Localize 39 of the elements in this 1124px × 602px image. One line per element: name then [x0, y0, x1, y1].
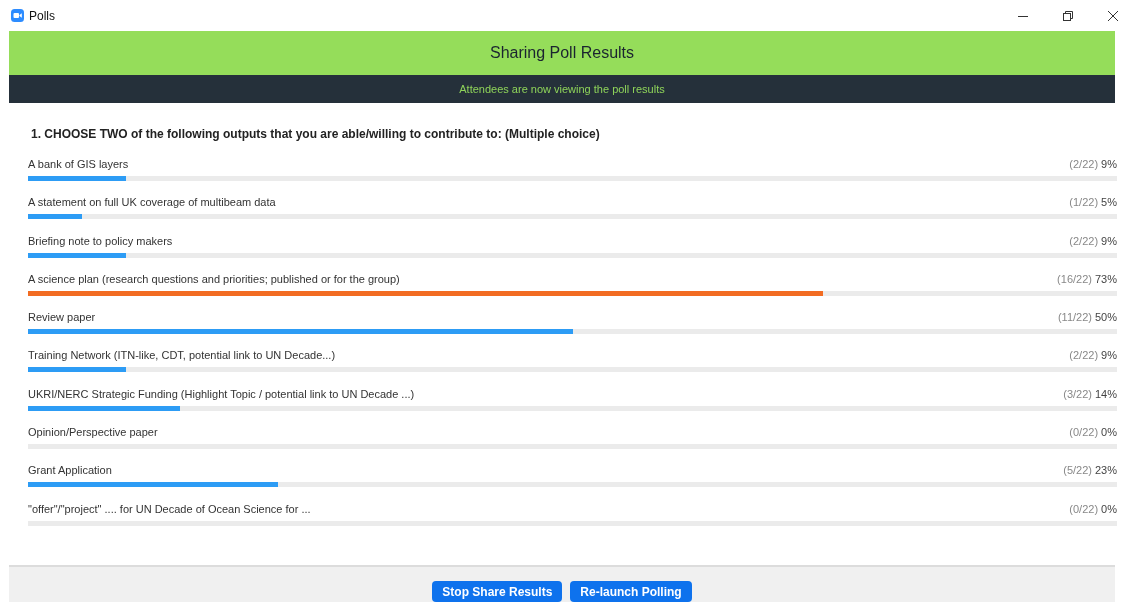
vote-count: (2/22) [1069, 234, 1099, 247]
answer-label: Grant Application [28, 464, 113, 477]
vote-count: (16/22) [1057, 272, 1092, 285]
banner-title: Sharing Poll Results [489, 44, 635, 62]
vote-count: (11/22) [1057, 311, 1092, 324]
app-logo-icon [11, 9, 24, 22]
answer-label: Briefing note to policy makers [28, 234, 174, 247]
close-icon[interactable] [1107, 9, 1119, 22]
vote-count: (5/22) [1063, 464, 1092, 477]
answer-label: Opinion/Perspective paper [28, 426, 159, 439]
vote-count: (2/22) [1069, 158, 1099, 170]
vote-percent: 0% [1101, 502, 1117, 515]
answer-label: A statement on full UK coverage of multibeam data [28, 196, 277, 209]
question-text: 1. CHOOSE TWO of the following outputs that you are able/willing to contribute to: (Multiple choice) [31, 127, 601, 141]
status-text: Attendees are now viewing the poll results [459, 83, 665, 95]
vote-percent: 73% [1094, 272, 1117, 285]
vote-percent: 14% [1094, 387, 1117, 400]
answer-label: A bank of GIS layers [28, 158, 130, 170]
vote-count: (1/22) [1069, 196, 1099, 209]
vote-percent: 9% [1101, 234, 1117, 247]
stop-share-button[interactable]: Stop Share Results [432, 581, 563, 602]
answer-label: Training Network (ITN-like, CDT, potential link to UN Decade...) [28, 349, 337, 362]
vote-percent: 0% [1101, 426, 1117, 439]
vote-count: (0/22) [1069, 502, 1099, 515]
vote-count: (0/22) [1069, 426, 1099, 439]
answer-label: Review paper [28, 311, 97, 324]
vote-percent: 9% [1101, 158, 1117, 170]
vote-percent: 23% [1094, 464, 1117, 477]
restore-icon[interactable] [1062, 9, 1074, 22]
vote-percent: 50% [1094, 311, 1117, 324]
vote-count: (3/22) [1063, 387, 1092, 400]
answer-label: A science plan (research questions and priorities; published or for the group) [28, 272, 401, 285]
vote-percent: 9% [1101, 349, 1117, 362]
window-title: Polls [29, 8, 55, 23]
vote-count: (2/22) [1069, 349, 1099, 362]
answer-label: "offer"/"project" .... for UN Decade of Ocean Science for ... [28, 502, 312, 515]
relaunch-button[interactable]: Re-launch Polling [570, 581, 692, 602]
answer-label: UKRI/NERC Strategic Funding (Highlight Topic / potential link to UN Decade ...) [28, 387, 416, 400]
vote-percent: 5% [1101, 196, 1117, 209]
